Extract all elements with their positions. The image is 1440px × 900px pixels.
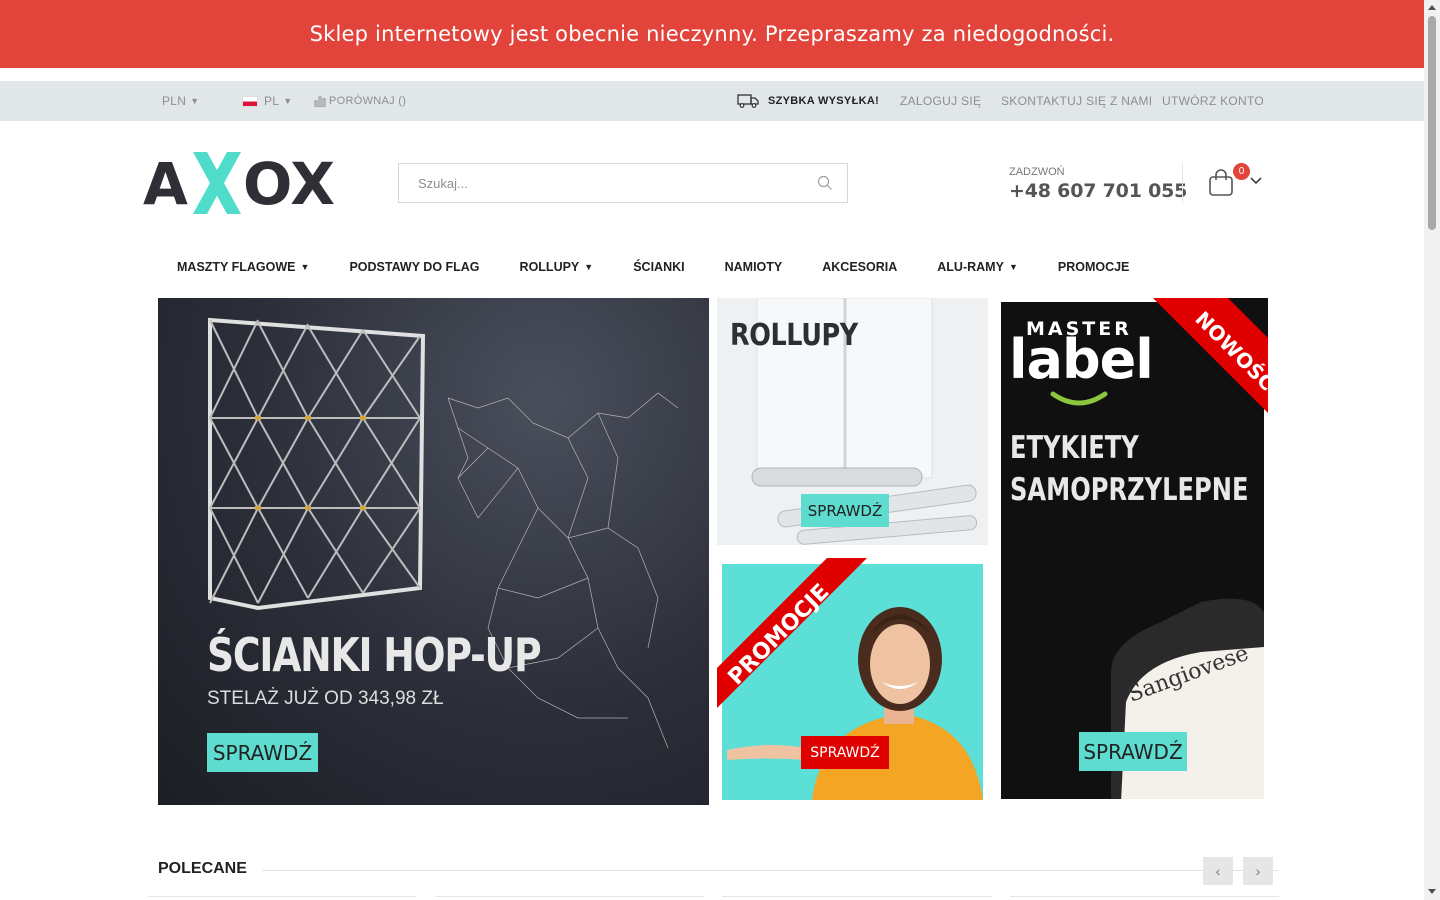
top-bar: PLN ▼ PL ▼ PORÓWNAJ () SZYBKA WYSYŁKA! Z…	[0, 81, 1424, 121]
chevron-down-icon: ▼	[1008, 262, 1018, 272]
master-brand-main: label	[1009, 328, 1154, 391]
search-input[interactable]	[399, 164, 799, 202]
login-link[interactable]: ZALOGUJ SIĘ	[900, 81, 981, 121]
nav-item-label: NAMIOTY	[724, 260, 783, 274]
chevron-down-icon: ▼	[283, 96, 293, 106]
product-card[interactable]	[148, 896, 416, 900]
svg-text:A: A	[143, 150, 188, 218]
chevron-down-icon	[1250, 177, 1262, 185]
hopup-frame-image	[208, 317, 679, 749]
compare-label: PORÓWNAJ ()	[329, 95, 407, 107]
banner-master-label[interactable]: MASTER label ETYKIETY SAMOPRZYLEPNE Sang…	[1000, 298, 1268, 801]
language-switcher[interactable]: PL ▼	[242, 81, 293, 121]
carousel-next-button[interactable]: ›	[1243, 857, 1273, 885]
register-link[interactable]: UTWÓRZ KONTO	[1162, 81, 1264, 121]
store-closed-notice: Sklep internetowy jest obecnie nieczynny…	[0, 0, 1424, 68]
nav-item-rollupy[interactable]: ROLLUPY ▼	[520, 260, 594, 274]
new-ribbon: NOWOŚĆ	[1153, 298, 1268, 413]
promo-ribbon: PROMOCJE	[717, 558, 867, 708]
search-box	[398, 163, 848, 203]
product-card[interactable]	[435, 896, 704, 900]
site-logo[interactable]: A OX	[143, 148, 345, 218]
cart-count-badge: 0	[1233, 163, 1250, 180]
currency-switcher[interactable]: PLN ▼	[162, 81, 199, 121]
nav-item-label: ŚCIANKI	[633, 260, 685, 274]
login-label: ZALOGUJ SIĘ	[900, 94, 982, 108]
poland-flag-icon	[242, 95, 258, 107]
main-navigation: MASZTY FLAGOWE ▼ PODSTAWY DO FLAG ROLLUPY ▼ Ś…	[177, 256, 1169, 278]
hero-title: ŚCIANKI HOP-UP	[207, 628, 542, 682]
master-title: ETYKIETY SAMOPRZYLEPNE	[1010, 427, 1249, 511]
banner-promotions[interactable]: PROMOCJE SPRAWDŹ	[717, 558, 988, 805]
master-check-button[interactable]: SPRAWDŹ	[1079, 732, 1187, 771]
phone-label: ZADZWOŃ	[1009, 166, 1065, 178]
phone-number[interactable]: +48 607 701 055	[1009, 180, 1187, 202]
master-title-line1: ETYKIETY	[1010, 430, 1139, 466]
nav-item-label: AKCESORIA	[822, 260, 898, 274]
banner-rollupy[interactable]: ROLLUPY SPRAWDŹ	[717, 298, 988, 545]
chevron-down-icon: ▼	[584, 262, 594, 272]
hero-subtitle: STELAŻ JUŻ OD 343,98 ZŁ	[207, 688, 444, 709]
carousel-prev-button[interactable]: ‹	[1203, 857, 1233, 885]
register-label: UTWÓRZ KONTO	[1162, 94, 1265, 108]
header-divider	[1182, 163, 1183, 203]
section-divider	[262, 870, 1278, 871]
cart-button[interactable]: 0	[1208, 163, 1268, 200]
nav-item-podstawy-do-flag[interactable]: PODSTAWY DO FLAG	[349, 260, 479, 274]
chevron-down-icon: ▼	[190, 96, 200, 106]
nav-item-namioty[interactable]: NAMIOTY	[725, 260, 783, 274]
contact-link[interactable]: SKONTAKTUJ SIĘ Z NAMI	[1001, 81, 1152, 121]
delivery-truck-icon	[737, 94, 759, 108]
nav-item-label: ALU-RAMY	[937, 260, 1004, 274]
nav-item-ścianki[interactable]: ŚCIANKI	[633, 260, 684, 274]
nav-item-akcesoria[interactable]: AKCESORIA	[822, 260, 897, 274]
scrollbar-thumb[interactable]	[1428, 16, 1436, 230]
product-card[interactable]	[722, 896, 992, 900]
hero-check-button[interactable]: SPRAWDŹ	[207, 733, 318, 772]
nav-item-label: ROLLUPY	[519, 260, 580, 274]
promo-ribbon-text: PROMOCJE	[724, 579, 835, 690]
shopping-bag-icon	[1209, 169, 1233, 196]
scroll-up-icon[interactable]	[1428, 5, 1436, 10]
nav-item-label: PROMOCJE	[1057, 260, 1130, 274]
compare-chart-icon	[314, 96, 326, 107]
shipping-info: SZYBKA WYSYŁKA!	[737, 81, 879, 121]
promo-check-button[interactable]: SPRAWDŹ	[801, 736, 889, 769]
hero-banner-hopup[interactable]: ŚCIANKI HOP-UP STELAŻ JUŻ OD 343,98 ZŁ S…	[158, 298, 709, 805]
rollupy-check-button[interactable]: SPRAWDŹ	[801, 494, 889, 527]
nav-item-label: PODSTAWY DO FLAG	[349, 260, 480, 274]
nav-item-promocje[interactable]: PROMOCJE	[1058, 260, 1130, 274]
chevron-down-icon: ▼	[300, 262, 310, 272]
nav-item-maszty-flagowe[interactable]: MASZTY FLAGOWE ▼	[177, 260, 309, 274]
brand-smile-mark	[1050, 391, 1108, 406]
scroll-down-icon[interactable]	[1428, 889, 1436, 894]
svg-text:OX: OX	[243, 150, 335, 218]
language-label: PL	[264, 94, 280, 108]
rollupy-title: ROLLUPY	[730, 318, 858, 353]
search-icon[interactable]	[817, 175, 833, 191]
compare-link[interactable]: PORÓWNAJ ()	[314, 81, 406, 121]
notice-text: Sklep internetowy jest obecnie nieczynny…	[309, 22, 1115, 46]
logo-x-mark	[193, 152, 241, 214]
contact-label: SKONTAKTUJ SIĘ Z NAMI	[1001, 94, 1153, 108]
nav-item-label: MASZTY FLAGOWE	[177, 260, 296, 274]
page-scrollbar[interactable]	[1424, 0, 1440, 900]
nav-item-alu-ramy[interactable]: ALU-RAMY ▼	[937, 260, 1018, 274]
currency-label: PLN	[162, 94, 187, 108]
recommended-section-title: POLECANE	[158, 860, 247, 877]
product-card[interactable]	[1010, 896, 1279, 900]
shipping-label: SZYBKA WYSYŁKA!	[768, 95, 880, 107]
